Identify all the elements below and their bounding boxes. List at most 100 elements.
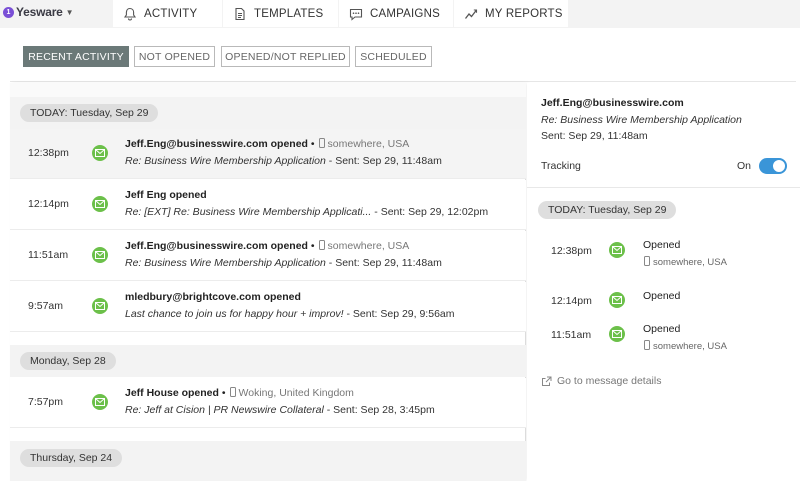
date-pill: Monday, Sep 28 [20,352,116,370]
activity-row[interactable]: 12:38pm Jeff.Eng@businesswire.com opened… [10,129,526,179]
chevron-down-icon[interactable]: ▼ [66,8,74,17]
event-label: Opened [643,239,681,251]
templates-icon [233,7,247,21]
activity-time: 12:14pm [28,198,69,210]
date-header: Thursday, Sep 24 [10,441,526,481]
tracking-state: On [737,160,752,172]
activity-row[interactable]: 11:51am Jeff.Eng@businesswire.com opened… [10,231,526,281]
mobile-phone-icon [318,240,325,250]
tab-templates[interactable]: TEMPLATES [223,0,338,27]
tab-my-reports[interactable]: MY REPORTS [454,0,568,27]
activity-list: TODAY: Tuesday, Sep 29 12:38pm Jeff.Eng@… [10,83,526,481]
top-nav: 1 Yesware ▼ ACTIVITY TEMPLATES CAMPAIGNS… [0,0,800,28]
activity-line-2: Re: Business Wire Membership Application… [125,257,442,269]
date-pill: Thursday, Sep 24 [20,449,123,467]
toggle-knob [772,159,786,173]
activity-sent: - Sent: Sep 29, 11:48am [325,257,442,269]
event-location: somewhere, USA [653,341,727,352]
activity-subject: Re: [EXT] Re: Business Wire Membership A… [125,206,372,218]
activity-location: somewhere, USA [327,138,410,150]
activity-who: Jeff.Eng@businesswire.com opened [125,138,308,150]
activity-sent: - Sent: Sep 28, 3:45pm [323,404,435,416]
activity-who: Jeff House opened [125,387,219,399]
activity-time: 12:38pm [28,147,69,159]
envelope-icon [92,247,108,263]
tab-label: TEMPLATES [254,7,324,20]
activity-who: Jeff.Eng@businesswire.com opened [125,240,308,252]
envelope-icon [92,145,108,161]
tab-label: ACTIVITY [144,7,198,20]
activity-line-1: Jeff.Eng@businesswire.com opened • somewh… [125,240,410,252]
detail-sent: Sent: Sep 29, 11:48am [541,130,648,142]
activity-row[interactable]: 12:14pm Jeff Eng opened Re: [EXT] Re: Bu… [10,180,526,230]
filter-opened-not-replied[interactable]: OPENED/NOT REPLIED [221,46,350,67]
activity-subject: Re: Jeff at Cision | PR Newswire Collate… [125,404,324,416]
open-event: 12:38pm Opened somewhere, USA [527,233,800,273]
envelope-icon [92,298,108,314]
activity-sent: - Sent: Sep 29, 12:02pm [371,206,489,218]
mobile-phone-icon [644,340,650,350]
event-label: Opened [643,323,681,335]
envelope-icon [609,326,625,342]
date-pill: TODAY: Tuesday, Sep 29 [20,104,159,122]
detail-date-pill: TODAY: Tuesday, Sep 29 [538,201,677,219]
tracking-toggle[interactable] [759,158,787,174]
list-top-spacer [10,83,526,97]
reports-icon [464,7,478,21]
filter-bar: RECENT ACTIVITY NOT OPENED OPENED/NOT RE… [10,35,796,82]
event-location: somewhere, USA [653,257,727,268]
event-label: Opened [643,290,681,302]
detail-subject: Re: Business Wire Membership Application [541,114,742,126]
tracking-label: Tracking [541,160,581,172]
tab-label: CAMPAIGNS [370,7,440,20]
go-to-message-details-link[interactable]: Go to message details [541,375,661,387]
notification-badge[interactable]: 1 [3,6,14,18]
activity-sent: - Sent: Sep 29, 11:48am [325,155,442,167]
activity-subject: Last chance to join us for happy hour + … [125,308,344,320]
event-time: 12:14pm [551,295,592,307]
activity-line-1: Jeff.Eng@businesswire.com opened • somewh… [125,138,410,150]
tab-activity[interactable]: ACTIVITY [113,0,222,27]
filter-not-opened[interactable]: NOT OPENED [134,46,215,67]
mobile-phone-icon [229,387,236,397]
activity-line-2: Re: [EXT] Re: Business Wire Membership A… [125,206,488,218]
envelope-icon [609,292,625,308]
activity-icon [123,7,137,21]
tab-label: MY REPORTS [485,7,563,20]
filter-recent-activity[interactable]: RECENT ACTIVITY [23,46,129,67]
activity-who: Jeff Eng opened [125,189,207,201]
activity-line-2: Re: Business Wire Membership Application… [125,155,442,167]
activity-line-1: Jeff House opened • Woking, United Kingdo… [125,387,354,399]
brand-name: Yesware [16,5,63,19]
date-header: TODAY: Tuesday, Sep 29 [10,97,526,129]
filter-scheduled[interactable]: SCHEDULED [355,46,432,67]
activity-time: 7:57pm [28,396,64,408]
activity-location: Woking, United Kingdom [238,387,354,399]
link-label: Go to message details [557,375,662,387]
activity-line-2: Last chance to join us for happy hour + … [125,308,455,320]
date-header: Monday, Sep 28 [10,345,526,377]
mobile-phone-icon [318,138,325,148]
campaigns-icon [349,7,363,21]
external-link-icon [542,376,552,386]
divider [527,187,800,188]
mobile-phone-icon [644,256,650,266]
open-event: 11:51am Opened somewhere, USA [527,317,800,357]
detail-recipient: Jeff.Eng@businesswire.com [541,97,684,109]
activity-subject: Re: Business Wire Membership Application [125,257,326,269]
envelope-icon [92,394,108,410]
activity-line-1: Jeff Eng opened [125,189,207,201]
activity-line-1: mledbury@brightcove.com opened [125,291,301,303]
yesware-logo[interactable]: 1 Yesware ▼ [3,3,74,21]
event-time: 11:51am [551,329,592,341]
activity-row[interactable]: 7:57pm Jeff House opened • Woking, United… [10,378,526,428]
activity-subject: Re: Business Wire Membership Application [125,155,326,167]
activity-who: mledbury@brightcove.com opened [125,291,301,303]
event-location-line: somewhere, USA [643,256,727,268]
activity-row[interactable]: 9:57am mledbury@brightcove.com opened La… [10,282,526,332]
tab-campaigns[interactable]: CAMPAIGNS [339,0,453,27]
activity-time: 9:57am [28,300,64,312]
activity-line-2: Re: Jeff at Cision | PR Newswire Collate… [125,404,435,416]
event-time: 12:38pm [551,245,592,257]
activity-location: somewhere, USA [327,240,410,252]
